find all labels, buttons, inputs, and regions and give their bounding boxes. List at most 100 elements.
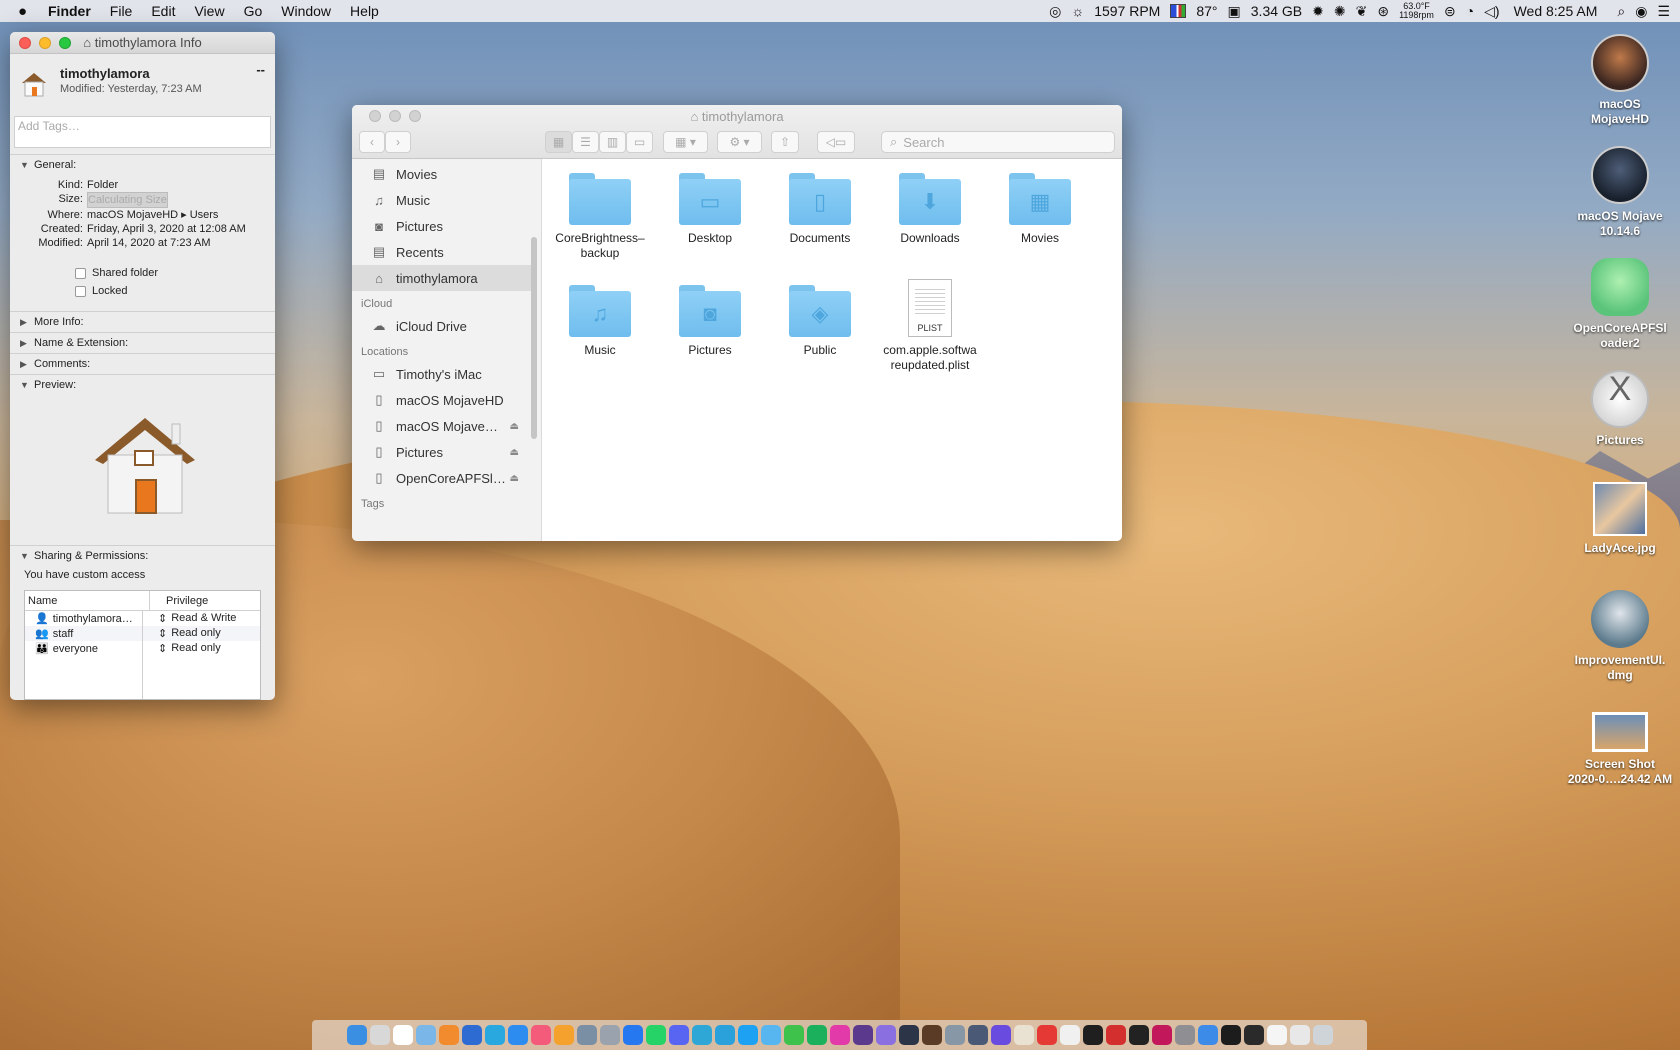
signal-dock-icon[interactable]: [691, 1025, 712, 1045]
action-gear-button[interactable]: ⚙ ▾: [717, 131, 762, 153]
sun-icon[interactable]: ✹: [1312, 3, 1324, 20]
folder-movies[interactable]: ▦ Movies: [985, 173, 1095, 246]
sidebar-item-pictures[interactable]: ◙ Pictures: [352, 213, 541, 239]
comments-section[interactable]: ▶ Comments:: [10, 353, 275, 374]
wifi-icon[interactable]: ◔: [1466, 3, 1474, 19]
edge-dock-icon[interactable]: [484, 1025, 505, 1045]
general-header[interactable]: ▼ General:: [20, 158, 265, 172]
folder-corebrightness[interactable]: CoreBrightness– backup: [545, 173, 655, 261]
desktop-file-screenshot[interactable]: Screen Shot 2020-0….24.42 AM: [1565, 702, 1675, 787]
sidebar-item-music[interactable]: ♫ Music: [352, 187, 541, 213]
xcode-dock-icon[interactable]: [990, 1025, 1011, 1045]
eject-icon[interactable]: ⏏: [510, 421, 519, 432]
system-dock-icon[interactable]: [967, 1025, 988, 1045]
brightness-icon[interactable]: ☼: [1071, 3, 1084, 19]
col-privilege[interactable]: Privilege: [150, 595, 208, 607]
mojave-disk-dock-icon[interactable]: [921, 1025, 942, 1045]
cloudy-dock-icon[interactable]: [415, 1025, 436, 1045]
appstore-dock-icon[interactable]: [507, 1025, 528, 1045]
tag-button[interactable]: ◁▭: [817, 131, 855, 153]
sidebar-item-imac[interactable]: ▭ Timothy's iMac: [352, 361, 541, 387]
folder-pictures[interactable]: ◙ Pictures: [655, 285, 765, 358]
sidebar-item-mojavehd[interactable]: ▯ macOS MojaveHD: [352, 387, 541, 413]
zoom-button[interactable]: [59, 36, 71, 49]
activity-dock-icon[interactable]: [1243, 1025, 1264, 1045]
updown-icon[interactable]: ⇕: [158, 642, 167, 655]
sidebar-item-mojave[interactable]: ▯ macOS Mojave… ⏏: [352, 413, 541, 439]
cpu-readout[interactable]: 63.0°F 1198rpm: [1399, 2, 1434, 20]
menu-file[interactable]: File: [110, 3, 133, 19]
icon-view-button[interactable]: ▦: [545, 131, 572, 153]
sidebar-item-icloud-drive[interactable]: ☁ iCloud Drive: [352, 313, 541, 339]
popcorn-dock-icon[interactable]: [1013, 1025, 1034, 1045]
eject-icon[interactable]: ⏏: [510, 447, 519, 458]
share-icon[interactable]: ⊜: [1444, 3, 1456, 20]
desktop-disk-mojavehd[interactable]: macOS MojaveHD: [1565, 34, 1675, 127]
telegram-dock-icon[interactable]: [714, 1025, 735, 1045]
downloads-stack-dock-icon[interactable]: [1266, 1025, 1287, 1045]
safari-dock-icon[interactable]: [461, 1025, 482, 1045]
menu-edit[interactable]: Edit: [151, 3, 175, 19]
updown-icon[interactable]: ⇕: [158, 627, 167, 640]
search-field[interactable]: ⌕ Search: [881, 131, 1115, 153]
mojave-dock-icon[interactable]: [898, 1025, 919, 1045]
back-button[interactable]: ‹: [359, 131, 385, 153]
preview-header[interactable]: ▼ Preview:: [20, 378, 265, 392]
quicktime-dock-icon[interactable]: [1082, 1025, 1103, 1045]
col-name[interactable]: Name: [25, 590, 150, 611]
documents-stack-dock-icon[interactable]: [1289, 1025, 1310, 1045]
menu-view[interactable]: View: [194, 3, 224, 19]
menu-window[interactable]: Window: [281, 3, 331, 19]
recorder-dock-icon[interactable]: [1105, 1025, 1126, 1045]
minimize-button[interactable]: [39, 36, 51, 49]
sidebar-scrollbar[interactable]: [531, 237, 537, 439]
desktop-disk-opencore[interactable]: OpenCoreAPFSl oader2: [1565, 258, 1675, 351]
play-dock-icon[interactable]: [1059, 1025, 1080, 1045]
installer-dock-icon[interactable]: [944, 1025, 965, 1045]
utility-dock-icon[interactable]: [599, 1025, 620, 1045]
headset-icon[interactable]: ◎: [1049, 3, 1061, 20]
file-plist[interactable]: PLIST com.apple.softwa reupdated.plist: [875, 279, 985, 373]
notification-center-icon[interactable]: ☰: [1657, 3, 1670, 20]
gallery-view-button[interactable]: ▭: [626, 131, 653, 153]
sidebar-item-movies[interactable]: ▤ Movies: [352, 161, 541, 187]
share-button[interactable]: ⇧: [771, 131, 799, 153]
whatsapp-dock-icon[interactable]: [645, 1025, 666, 1045]
green-app-dock-icon[interactable]: [806, 1025, 827, 1045]
mail-dock-icon[interactable]: [760, 1025, 781, 1045]
close-button[interactable]: [19, 36, 31, 49]
folder-music[interactable]: ♫ Music: [545, 285, 655, 358]
podcasts-dock-icon[interactable]: [875, 1025, 896, 1045]
apple-menu-icon[interactable]: ●: [18, 3, 36, 20]
list-view-button[interactable]: ☰: [572, 131, 599, 153]
tags-field[interactable]: Add Tags…: [14, 116, 271, 148]
discord-dock-icon[interactable]: [668, 1025, 689, 1045]
eject-icon[interactable]: ⏏: [510, 473, 519, 484]
leaf-icon[interactable]: ❦: [1356, 3, 1368, 20]
finder-toolbar[interactable]: ⌂ timothylamora ‹ › ▦ ☰ ▥ ▭ ▦ ▾ ⚙ ▾ ⇧ ◁▭…: [352, 105, 1122, 159]
folder-documents[interactable]: ▯ Documents: [765, 173, 875, 246]
safari2-dock-icon[interactable]: [1197, 1025, 1218, 1045]
preview-dock-icon[interactable]: [576, 1025, 597, 1045]
memory-icon[interactable]: ▣: [1228, 3, 1241, 20]
shared-folder-checkbox[interactable]: Shared folder: [75, 264, 265, 282]
photos-dock-icon[interactable]: [553, 1025, 574, 1045]
sidebar-item-recents[interactable]: ▤ Recents: [352, 239, 541, 265]
battery-bars-icon[interactable]: [1170, 4, 1187, 18]
info-titlebar[interactable]: ⌂ timothylamora Info: [10, 32, 275, 54]
menu-help[interactable]: Help: [350, 3, 379, 19]
desktop-disk-mojave[interactable]: macOS Mojave 10.14.6: [1565, 146, 1675, 239]
calendar-dock-icon[interactable]: [392, 1025, 413, 1045]
spotlight-icon[interactable]: ⌕: [1617, 3, 1625, 20]
sharing-header[interactable]: ▼ Sharing & Permissions:: [20, 549, 265, 563]
fan-speed[interactable]: 1597 RPM: [1094, 3, 1160, 19]
fan-icon[interactable]: ⊛: [1377, 3, 1389, 20]
movie-dock-icon[interactable]: [852, 1025, 873, 1045]
siri-icon[interactable]: ◉: [1635, 3, 1647, 20]
sidebar-item-pictures-disk[interactable]: ▯ Pictures ⏏: [352, 439, 541, 465]
finder-dock-icon[interactable]: [346, 1025, 367, 1045]
trash-dock-icon[interactable]: [1312, 1025, 1333, 1045]
forward-button[interactable]: ›: [385, 131, 411, 153]
locked-checkbox[interactable]: Locked: [75, 282, 265, 300]
flag-dock-icon[interactable]: [1151, 1025, 1172, 1045]
